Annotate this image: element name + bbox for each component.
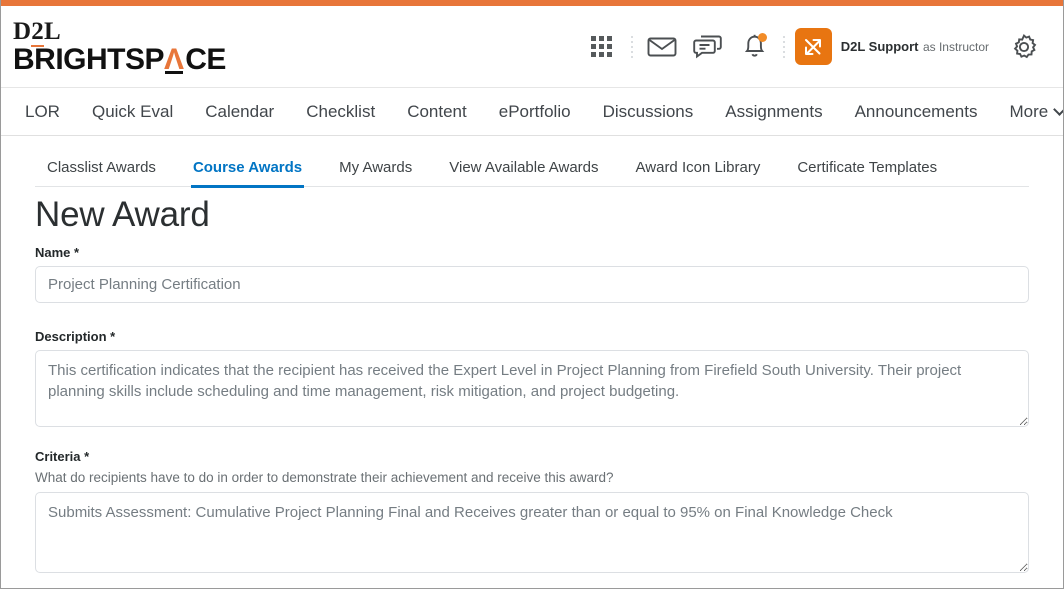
tab-course-awards[interactable]: Course Awards bbox=[181, 159, 314, 188]
envelope-icon[interactable] bbox=[639, 24, 685, 70]
nav-item-announcements[interactable]: Announcements bbox=[839, 98, 994, 126]
header-actions: D2L Support as Instructor bbox=[579, 24, 1047, 70]
nav-item-content[interactable]: Content bbox=[391, 98, 483, 126]
award-criteria-textarea[interactable] bbox=[35, 492, 1029, 573]
nav-item-assignments[interactable]: Assignments bbox=[709, 98, 838, 126]
tab-classlist-awards[interactable]: Classlist Awards bbox=[35, 159, 168, 187]
chat-bubbles-icon[interactable] bbox=[685, 24, 731, 70]
award-name-input[interactable] bbox=[35, 266, 1029, 303]
nav-item-quick-eval[interactable]: Quick Eval bbox=[76, 98, 189, 126]
award-description-textarea[interactable] bbox=[35, 350, 1029, 427]
user-name: D2L Support bbox=[840, 38, 919, 54]
brightspace-logo[interactable]: D2L BRIGHTSPACE bbox=[11, 17, 226, 76]
course-nav: LOR Quick Eval Calendar Checklist Conten… bbox=[1, 89, 1063, 136]
swap-arrows-icon bbox=[794, 28, 832, 65]
criteria-label: Criteria * bbox=[35, 449, 1029, 464]
description-label-text: Description bbox=[35, 329, 107, 344]
name-required-marker: * bbox=[74, 245, 80, 260]
gear-icon[interactable] bbox=[1001, 24, 1047, 70]
logo-brightspace-accent-a: A bbox=[164, 45, 185, 75]
criteria-label-text: Criteria bbox=[35, 449, 81, 464]
name-label-text: Name bbox=[35, 245, 71, 260]
name-field-group: Name * bbox=[35, 245, 1029, 303]
awards-subnav: Classlist Awards Course Awards My Awards… bbox=[1, 137, 1063, 188]
description-field-group: Description * bbox=[35, 329, 1029, 427]
tab-view-available-awards[interactable]: View Available Awards bbox=[437, 159, 610, 187]
criteria-required-marker: * bbox=[84, 449, 90, 464]
nav-item-checklist[interactable]: Checklist bbox=[290, 98, 391, 126]
logo-brightspace-part2: CE bbox=[185, 42, 226, 76]
logo-d2l: D2L bbox=[13, 17, 226, 47]
logo-d2l-prefix: D bbox=[13, 17, 32, 45]
site-header: D2L BRIGHTSPACE bbox=[1, 6, 1063, 88]
nav-item-more[interactable]: More bbox=[993, 98, 1063, 126]
user-role: as Instructor bbox=[922, 39, 989, 54]
notification-badge bbox=[757, 32, 767, 42]
nav-item-more-label: More bbox=[1009, 102, 1049, 121]
logo-brightspace-part1: BRIGHTSP bbox=[13, 42, 165, 76]
name-label: Name * bbox=[35, 245, 1029, 260]
tab-award-icon-library[interactable]: Award Icon Library bbox=[624, 159, 773, 187]
logo-brightspace: BRIGHTSPACE bbox=[13, 42, 226, 76]
nav-item-eportfolio[interactable]: ePortfolio bbox=[483, 98, 587, 126]
nav-item-lor[interactable]: LOR bbox=[9, 98, 76, 126]
new-award-form: New Award Name * Description * Criteria … bbox=[1, 195, 1063, 588]
header-divider-dots-1 bbox=[625, 34, 639, 60]
nav-item-discussions[interactable]: Discussions bbox=[587, 98, 710, 126]
header-divider-dots-2 bbox=[777, 34, 791, 60]
logo-d2l-suffix: L bbox=[43, 17, 61, 45]
page-title: New Award bbox=[35, 195, 210, 234]
bell-icon[interactable] bbox=[731, 24, 777, 70]
nav-item-calendar[interactable]: Calendar bbox=[189, 98, 290, 126]
chevron-down-icon bbox=[1053, 102, 1063, 116]
tab-certificate-templates[interactable]: Certificate Templates bbox=[785, 159, 949, 187]
criteria-field-group: Criteria * What do recipients have to do… bbox=[35, 449, 1029, 573]
waffle-grid-shape bbox=[591, 36, 613, 57]
waffle-grid-icon[interactable] bbox=[579, 24, 625, 70]
brightspace-page: D2L BRIGHTSPACE bbox=[0, 0, 1064, 589]
description-label: Description * bbox=[35, 329, 1029, 344]
tab-my-awards[interactable]: My Awards bbox=[327, 159, 424, 187]
user-menu[interactable]: D2L Support as Instructor bbox=[794, 28, 989, 65]
description-required-marker: * bbox=[110, 329, 116, 344]
criteria-help-text: What do recipients have to do in order t… bbox=[35, 470, 614, 485]
user-info: D2L Support as Instructor bbox=[841, 37, 989, 57]
